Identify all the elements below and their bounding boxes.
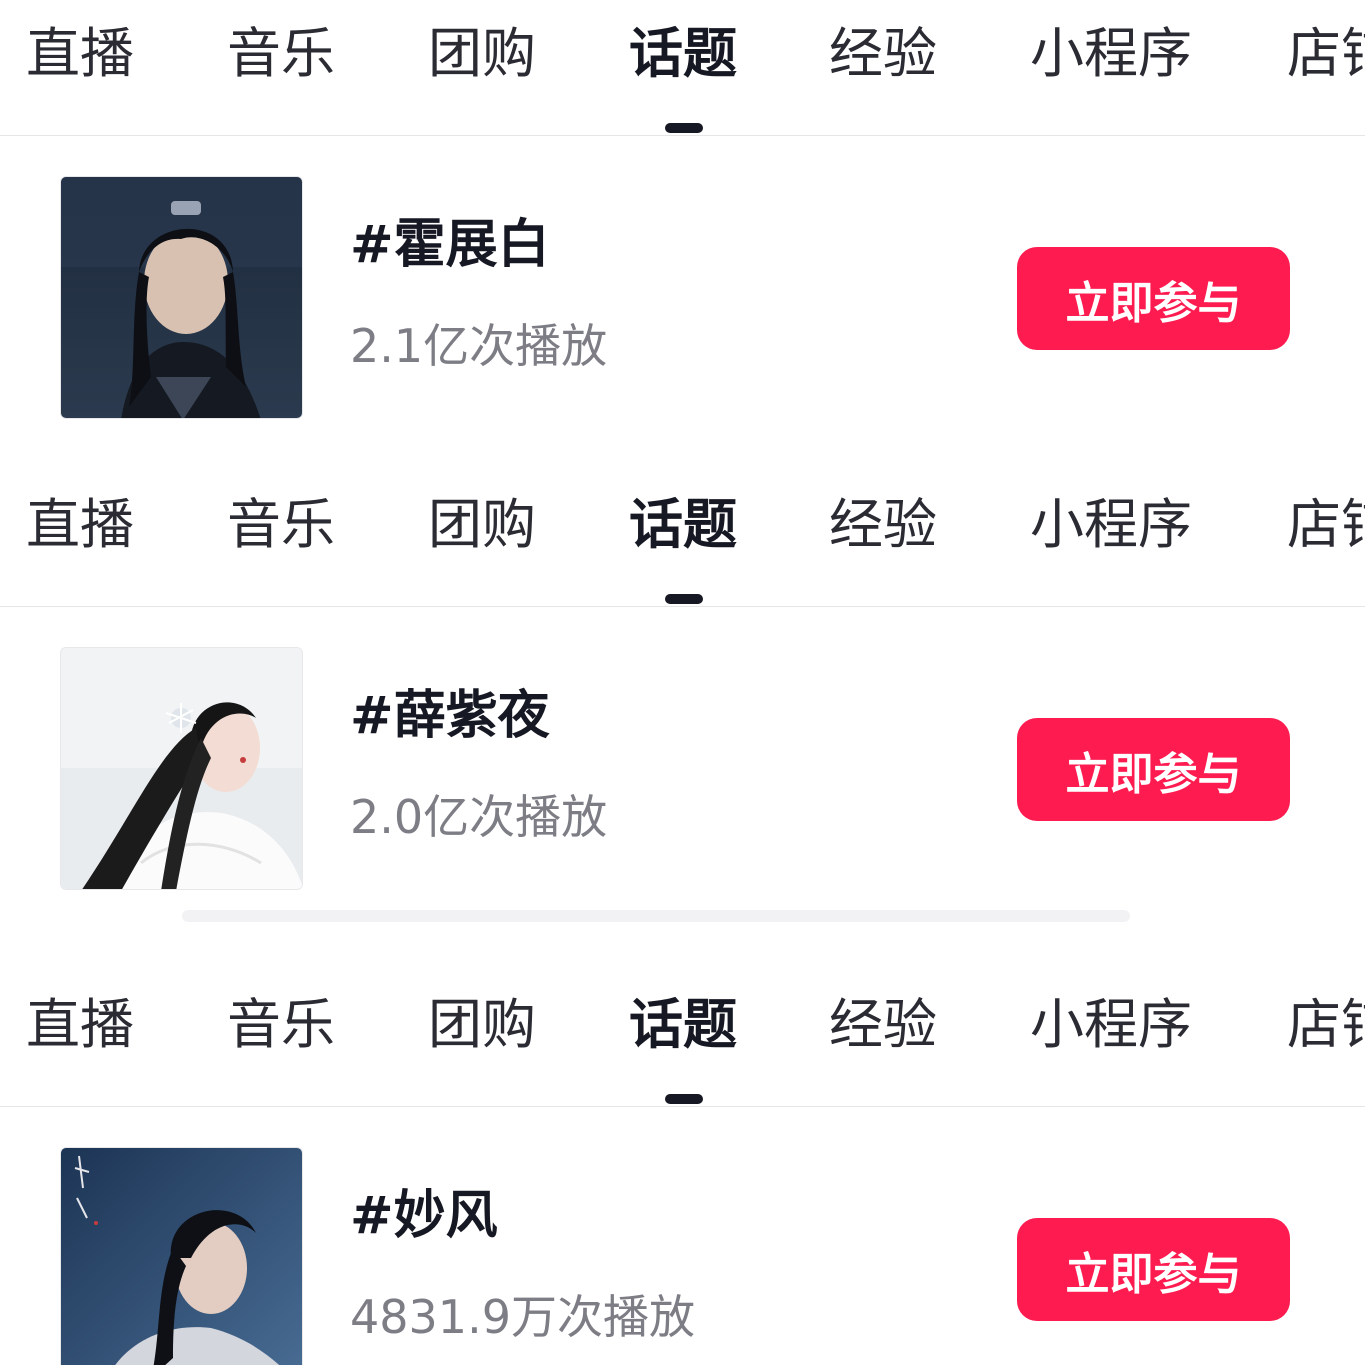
tab-bar: 直播 音乐 团购 话题 经验 小程序 店铺 (0, 0, 1365, 136)
topic-thumbnail[interactable] (60, 176, 303, 419)
section-divider (182, 910, 1130, 922)
tab-group-buy[interactable]: 团购 (428, 493, 536, 557)
topic-title[interactable]: #薛紫夜 (350, 683, 550, 749)
tab-topics[interactable]: 话题 (629, 493, 737, 557)
topic-play-count: 2.1亿次播放 (350, 319, 608, 373)
tab-bar: 直播 音乐 团购 话题 经验 小程序 店铺 (0, 471, 1365, 607)
tab-music[interactable]: 音乐 (227, 22, 335, 86)
tab-shops[interactable]: 店铺 (1287, 993, 1365, 1057)
topic-title[interactable]: #霍展白 (350, 212, 550, 278)
tab-shops[interactable]: 店铺 (1287, 493, 1365, 557)
tab-topics[interactable]: 话题 (629, 22, 737, 86)
tab-music[interactable]: 音乐 (227, 993, 335, 1057)
tab-live[interactable]: 直播 (26, 493, 134, 557)
tab-mini-programs[interactable]: 小程序 (1030, 22, 1192, 86)
join-now-button[interactable]: 立即参与 (1017, 247, 1290, 350)
tab-bar: 直播 音乐 团购 话题 经验 小程序 店铺 (0, 971, 1365, 1107)
join-now-button[interactable]: 立即参与 (1017, 1218, 1290, 1321)
topic-card-3: 直播 音乐 团购 话题 经验 小程序 店铺 #妙风 4831.9万次播放 立即参… (0, 971, 1365, 1365)
tab-experience[interactable]: 经验 (829, 493, 937, 557)
tab-group-buy[interactable]: 团购 (428, 993, 536, 1057)
active-tab-indicator (665, 1094, 703, 1104)
tab-mini-programs[interactable]: 小程序 (1030, 493, 1192, 557)
tab-mini-programs[interactable]: 小程序 (1030, 993, 1192, 1057)
portrait-man-blue-night-icon (61, 1148, 302, 1365)
tab-experience[interactable]: 经验 (829, 993, 937, 1057)
portrait-man-dark-icon (61, 177, 302, 418)
tab-group-buy[interactable]: 团购 (428, 22, 536, 86)
topic-play-count: 2.0亿次播放 (350, 790, 608, 844)
active-tab-indicator (665, 594, 703, 604)
active-tab-indicator (665, 123, 703, 133)
tab-shops[interactable]: 店铺 (1287, 22, 1365, 86)
topic-play-count: 4831.9万次播放 (350, 1290, 695, 1344)
tab-live[interactable]: 直播 (26, 22, 134, 86)
join-now-button[interactable]: 立即参与 (1017, 718, 1290, 821)
portrait-woman-white-fur-icon (61, 648, 302, 889)
topic-title[interactable]: #妙风 (350, 1183, 498, 1249)
tab-music[interactable]: 音乐 (227, 493, 335, 557)
tab-live[interactable]: 直播 (26, 993, 134, 1057)
tab-experience[interactable]: 经验 (829, 22, 937, 86)
topic-thumbnail[interactable] (60, 1147, 303, 1365)
tab-topics[interactable]: 话题 (629, 993, 737, 1057)
topic-card-1: 直播 音乐 团购 话题 经验 小程序 店铺 #霍展白 2.1 (0, 0, 1365, 470)
topic-thumbnail[interactable] (60, 647, 303, 890)
topic-card-2: 直播 音乐 团购 话题 经验 小程序 店铺 #薛紫夜 2.0亿次播放 立即参与 (0, 471, 1365, 941)
